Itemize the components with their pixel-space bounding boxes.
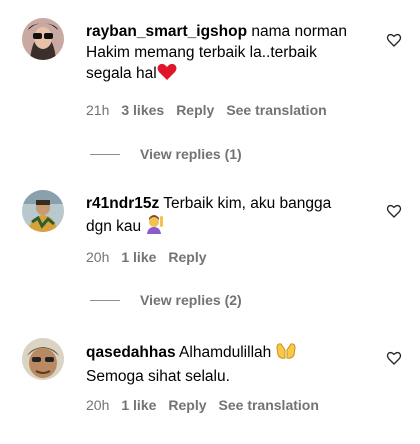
like-heart-icon[interactable] xyxy=(386,32,402,48)
avatar-image-icon xyxy=(22,18,64,60)
likes-count[interactable]: 1 like xyxy=(121,397,156,413)
avatar[interactable] xyxy=(22,190,64,232)
view-replies-button[interactable]: View replies (1) xyxy=(90,146,242,162)
likes-count[interactable]: 3 likes xyxy=(121,102,164,118)
view-replies-label: View replies (2) xyxy=(140,292,242,308)
timestamp[interactable]: 20h xyxy=(86,249,109,265)
timestamp[interactable]: 21h xyxy=(86,102,109,118)
username[interactable]: r41ndr15z xyxy=(86,195,159,212)
reply-button[interactable]: Reply xyxy=(168,397,206,413)
comment-line: Semoga sihat selalu. xyxy=(86,368,230,385)
username[interactable]: qasedahhas xyxy=(86,344,176,361)
comment-line: dgn kau xyxy=(86,218,142,235)
reply-button[interactable]: Reply xyxy=(168,249,206,265)
avatar[interactable] xyxy=(22,18,64,60)
timestamp[interactable]: 20h xyxy=(86,397,109,413)
open-hands-emoji-icon xyxy=(276,342,296,366)
view-replies-label: View replies (1) xyxy=(140,146,242,162)
comment-text: qasedahhas Alhamdulillah Semoga sihat se… xyxy=(86,342,381,387)
comment-text: r41ndr15z Terbaik kim, aku bangga dgn ka… xyxy=(86,193,381,240)
divider-line xyxy=(90,153,120,155)
comment-line: segala hal xyxy=(86,65,157,82)
see-translation-button[interactable]: See translation xyxy=(226,102,326,118)
comment-meta: 21h 3 likes Reply See translation xyxy=(86,102,339,118)
comment-line: Hakim memang terbaik la..terbaik xyxy=(86,44,317,61)
red-heart-emoji-icon xyxy=(157,63,177,87)
avatar-image-icon xyxy=(22,338,64,380)
username[interactable]: rayban_smart_igshop xyxy=(86,23,247,40)
comment-text: rayban_smart_igshop nama norman Hakim me… xyxy=(86,21,381,87)
comment-meta: 20h 1 like Reply See translation xyxy=(86,397,331,413)
avatar-image-icon xyxy=(22,190,64,232)
comment-line: Alhamdulillah xyxy=(175,344,272,361)
person-raising-hand-emoji-icon xyxy=(145,214,165,240)
divider-line xyxy=(90,299,120,301)
comment-line: nama norman xyxy=(247,23,348,40)
like-heart-icon[interactable] xyxy=(386,350,402,366)
avatar[interactable] xyxy=(22,338,64,380)
like-heart-icon[interactable] xyxy=(386,203,402,219)
see-translation-button[interactable]: See translation xyxy=(219,397,319,413)
reply-button[interactable]: Reply xyxy=(176,102,214,118)
likes-count[interactable]: 1 like xyxy=(121,249,156,265)
comment-line: Terbaik kim, aku bangga xyxy=(159,195,332,212)
view-replies-button[interactable]: View replies (2) xyxy=(90,292,242,308)
comment-meta: 20h 1 like Reply xyxy=(86,249,219,265)
